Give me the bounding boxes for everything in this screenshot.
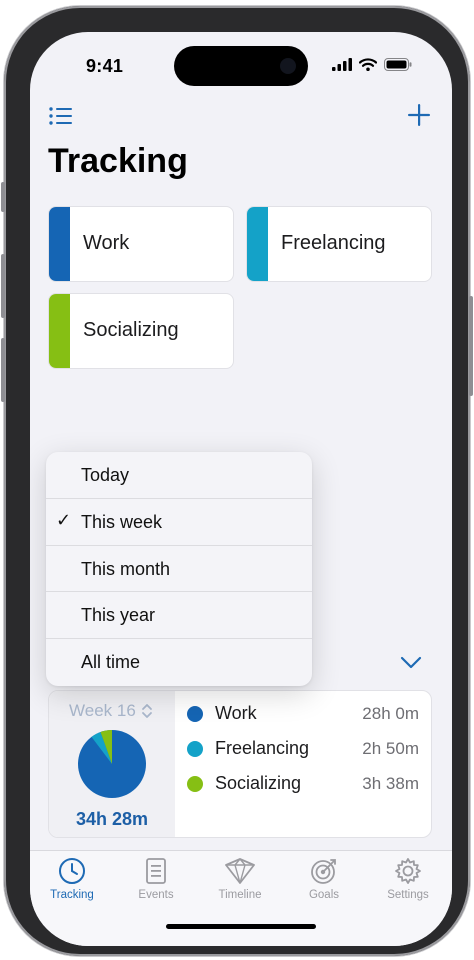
timeline-icon — [225, 858, 255, 884]
legend-value: 2h 50m — [362, 739, 419, 758]
plus-icon[interactable] — [406, 102, 432, 128]
tab-timeline[interactable]: Timeline — [198, 857, 282, 901]
tab-label: Timeline — [218, 889, 262, 901]
gear-icon — [395, 858, 421, 884]
menu-item-today[interactable]: Today — [46, 452, 312, 499]
legend-dot — [187, 741, 203, 757]
activity-card-freelancing[interactable]: Freelancing — [246, 206, 432, 282]
menu-item-this-year[interactable]: This year — [46, 592, 312, 640]
menu-item-label: All time — [81, 652, 141, 673]
activity-label: Work — [83, 232, 130, 254]
page-title: Tracking — [48, 142, 188, 180]
week-selector[interactable]: Week 16 — [69, 701, 153, 721]
activity-label: Freelancing — [281, 232, 386, 254]
legend-row-socializing: Socializing 3h 38m — [185, 771, 425, 806]
menu-item-this-week[interactable]: ✓ This week — [46, 499, 312, 546]
chevron-down-icon[interactable] — [400, 656, 422, 670]
summary-legend: Work 28h 0m Freelancing 2h 50m Socializi… — [185, 701, 425, 806]
wifi-icon — [359, 58, 377, 71]
dynamic-island — [174, 46, 308, 86]
legend-value: 28h 0m — [362, 704, 419, 723]
tab-events[interactable]: Events — [114, 857, 198, 901]
power-button — [469, 296, 473, 396]
activity-label: Socializing — [83, 319, 179, 341]
clock-icon — [59, 858, 85, 884]
activity-card-socializing[interactable]: Socializing — [48, 293, 234, 369]
legend-name: Freelancing — [215, 738, 310, 758]
screen: 9:41 Tracking Work Freelancing Socializi… — [30, 32, 452, 946]
volume-up-button — [1, 254, 5, 318]
tab-settings[interactable]: Settings — [366, 857, 450, 901]
summary-left-panel: Week 16 34h 28m — [49, 691, 175, 837]
legend-value: 3h 38m — [362, 774, 419, 793]
status-icons — [332, 58, 412, 71]
legend-row-freelancing: Freelancing 2h 50m — [185, 736, 425, 771]
menu-item-label: This month — [81, 558, 171, 579]
activity-color-bar — [247, 207, 268, 281]
tab-tracking[interactable]: Tracking — [30, 857, 114, 901]
activity-card-work[interactable]: Work — [48, 206, 234, 282]
tab-goals[interactable]: Goals — [282, 857, 366, 901]
tab-bar: Tracking Events Timeline Goals Settings — [30, 850, 452, 946]
period-dropdown-menu: Today ✓ This week This month This year A… — [46, 452, 312, 686]
legend-row-work: Work 28h 0m — [185, 701, 425, 736]
menu-item-all-time[interactable]: All time — [46, 639, 312, 686]
legend-dot — [187, 776, 203, 792]
menu-item-label: This week — [81, 511, 163, 532]
total-duration: 34h 28m — [75, 809, 149, 829]
menu-item-label: This year — [81, 605, 156, 626]
tab-label: Settings — [387, 889, 429, 901]
checkmark-icon: ✓ — [56, 509, 72, 530]
phone-frame: 9:41 Tracking Work Freelancing Socializi… — [1, 6, 473, 956]
legend-dot — [187, 706, 203, 722]
mute-switch — [1, 182, 5, 212]
target-icon — [311, 859, 336, 884]
document-icon — [146, 858, 166, 884]
pie-chart — [78, 730, 146, 798]
home-indicator — [166, 924, 316, 929]
menu-item-label: Today — [81, 465, 130, 485]
chevron-updown-icon — [141, 704, 152, 718]
tab-label: Goals — [308, 889, 340, 901]
summary-card: Week 16 34h 28m Work 28h 0m Freelancing … — [48, 690, 432, 838]
camera-icon — [280, 58, 296, 74]
activity-color-bar — [49, 294, 70, 368]
battery-icon — [384, 58, 412, 71]
menu-item-this-month[interactable]: This month — [46, 546, 312, 593]
status-time: 9:41 — [86, 56, 124, 76]
tab-label: Events — [138, 889, 174, 901]
legend-name: Socializing — [215, 773, 302, 793]
signal-icon — [332, 58, 352, 71]
top-bar — [30, 100, 452, 134]
volume-down-button — [1, 338, 5, 402]
legend-name: Work — [215, 703, 257, 723]
week-label: Week 16 — [69, 701, 136, 720]
activity-color-bar — [49, 207, 70, 281]
list-icon[interactable] — [48, 104, 74, 128]
tab-label: Tracking — [50, 889, 94, 901]
